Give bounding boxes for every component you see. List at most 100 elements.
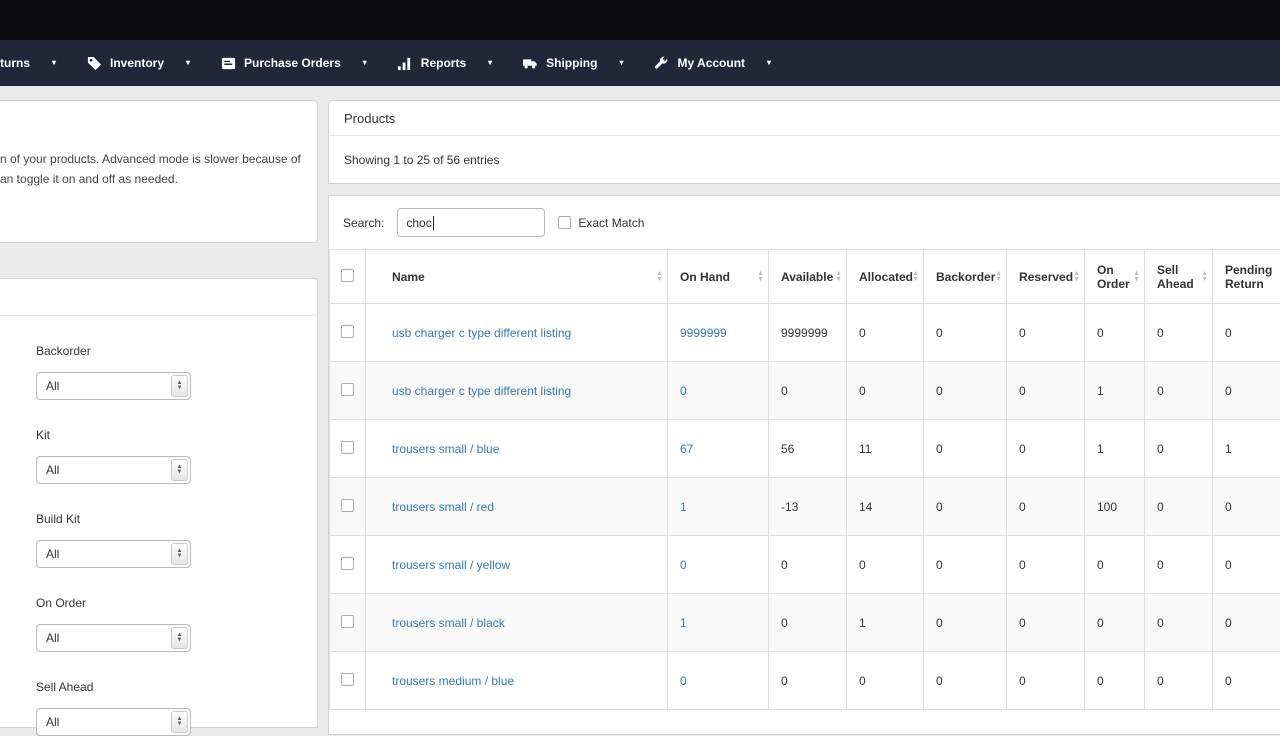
pending-return-value: 0 bbox=[1213, 304, 1280, 362]
on-hand-cell: 0 bbox=[668, 536, 769, 594]
nav-item-purchase-orders[interactable]: Purchase Orders ▾ bbox=[220, 55, 367, 71]
on-order-value: 100 bbox=[1085, 478, 1145, 536]
product-name-link[interactable]: usb charger c type different listing bbox=[392, 384, 571, 398]
row-checkbox[interactable] bbox=[341, 673, 354, 686]
on-hand-link[interactable]: 1 bbox=[680, 500, 687, 514]
row-checkbox[interactable] bbox=[341, 383, 354, 396]
search-label: Search: bbox=[343, 216, 384, 230]
on-hand-link[interactable]: 0 bbox=[680, 674, 687, 688]
row-checkbox[interactable] bbox=[341, 557, 354, 570]
product-name-link[interactable]: trousers small / blue bbox=[392, 442, 499, 456]
row-checkbox[interactable] bbox=[341, 325, 354, 338]
reserved-value: 0 bbox=[1007, 304, 1085, 362]
select-value: All bbox=[46, 715, 59, 729]
column-header-pending-return[interactable]: Pending Return▲▼ bbox=[1213, 250, 1280, 304]
on-hand-link[interactable]: 1 bbox=[680, 616, 687, 630]
backorder-value: 0 bbox=[924, 594, 1007, 652]
on-hand-cell: 0 bbox=[668, 652, 769, 710]
chevron-down-icon: ▾ bbox=[767, 59, 771, 67]
wrench-icon bbox=[653, 55, 669, 71]
pending-return-value: 0 bbox=[1213, 536, 1280, 594]
product-name-link[interactable]: trousers medium / blue bbox=[392, 674, 514, 688]
name-cell: trousers small / blue bbox=[366, 420, 668, 478]
table-row: trousers small / black10100000 bbox=[330, 594, 1280, 652]
sidebar-filters-card: Backorder All ▲▼ Kit All ▲▼ Build Kit Al… bbox=[0, 278, 318, 728]
allocated-value: 11 bbox=[847, 420, 924, 478]
on-order-value: 1 bbox=[1085, 420, 1145, 478]
nav-item-inventory[interactable]: Inventory ▾ bbox=[86, 55, 190, 71]
build-kit-select[interactable]: All ▲▼ bbox=[36, 540, 191, 568]
pending-return-value: 1 bbox=[1213, 420, 1280, 478]
column-header-allocated[interactable]: Allocated▲▼ bbox=[847, 250, 924, 304]
row-checkbox[interactable] bbox=[341, 499, 354, 512]
chevron-down-icon: ▾ bbox=[186, 59, 190, 67]
filter-group-backorder: Backorder All ▲▼ bbox=[36, 344, 317, 400]
column-header-on-order[interactable]: On Order▲▼ bbox=[1085, 250, 1145, 304]
bar-chart-icon bbox=[397, 55, 413, 71]
products-table-card: Search: choc Exact Match Name▲▼ On Hand▲… bbox=[328, 195, 1280, 735]
chevron-down-icon: ▾ bbox=[52, 59, 56, 67]
sell-ahead-select[interactable]: All ▲▼ bbox=[36, 708, 191, 736]
table-row: trousers small / blue67561100101 bbox=[330, 420, 1280, 478]
pending-return-value: 0 bbox=[1213, 652, 1280, 710]
allocated-value: 0 bbox=[847, 304, 924, 362]
sort-icon: ▲▼ bbox=[995, 271, 1002, 283]
backorder-value: 0 bbox=[924, 536, 1007, 594]
product-name-link[interactable]: usb charger c type different listing bbox=[392, 326, 571, 340]
row-checkbox[interactable] bbox=[341, 441, 354, 454]
on-order-value: 0 bbox=[1085, 304, 1145, 362]
sell-ahead-value: 0 bbox=[1145, 536, 1213, 594]
product-name-link[interactable]: trousers small / black bbox=[392, 616, 505, 630]
on-order-select[interactable]: All ▲▼ bbox=[36, 624, 191, 652]
select-value: All bbox=[46, 547, 59, 561]
product-name-link[interactable]: trousers small / yellow bbox=[392, 558, 510, 572]
nav-item-my-account[interactable]: My Account ▾ bbox=[653, 55, 771, 71]
on-hand-cell: 0 bbox=[668, 362, 769, 420]
filter-group-build-kit: Build Kit All ▲▼ bbox=[36, 512, 317, 568]
sell-ahead-value: 0 bbox=[1145, 478, 1213, 536]
on-hand-link[interactable]: 0 bbox=[680, 558, 687, 572]
column-header-backorder[interactable]: Backorder▲▼ bbox=[924, 250, 1007, 304]
on-hand-link[interactable]: 9999999 bbox=[680, 326, 727, 340]
filter-group-on-order: On Order All ▲▼ bbox=[36, 596, 317, 652]
select-stepper-icon: ▲▼ bbox=[171, 375, 188, 397]
exact-match-checkbox[interactable] bbox=[558, 216, 571, 229]
on-hand-link[interactable]: 0 bbox=[680, 384, 687, 398]
column-header-name[interactable]: Name▲▼ bbox=[366, 250, 668, 304]
table-header-row: Name▲▼ On Hand▲▼ Available▲▼ Allocated▲▼… bbox=[330, 250, 1280, 304]
nav-item-reports[interactable]: Reports ▾ bbox=[397, 55, 492, 71]
select-value: All bbox=[46, 631, 59, 645]
chevron-down-icon: ▾ bbox=[488, 59, 492, 67]
row-checkbox[interactable] bbox=[341, 615, 354, 628]
on-hand-cell: 1 bbox=[668, 478, 769, 536]
on-hand-link[interactable]: 67 bbox=[680, 442, 693, 456]
column-header-available[interactable]: Available▲▼ bbox=[769, 250, 847, 304]
nav-item-label: Shipping bbox=[546, 56, 597, 70]
nav-item-shipping[interactable]: Shipping ▾ bbox=[522, 55, 623, 71]
search-input[interactable]: choc bbox=[397, 208, 545, 237]
exact-match-control: Exact Match bbox=[558, 216, 644, 230]
search-row: Search: choc Exact Match bbox=[329, 196, 1280, 237]
nav-item-returns[interactable]: turns ▾ bbox=[0, 56, 56, 70]
select-all-checkbox[interactable] bbox=[341, 269, 354, 282]
products-table: Name▲▼ On Hand▲▼ Available▲▼ Allocated▲▼… bbox=[329, 249, 1280, 710]
filter-group-sell-ahead: Sell Ahead All ▲▼ bbox=[36, 680, 317, 736]
sell-ahead-value: 0 bbox=[1145, 362, 1213, 420]
table-row: trousers medium / blue00000000 bbox=[330, 652, 1280, 710]
chevron-down-icon: ▾ bbox=[363, 59, 367, 67]
product-name-link[interactable]: trousers small / red bbox=[392, 500, 494, 514]
kit-select[interactable]: All ▲▼ bbox=[36, 456, 191, 484]
sort-icon: ▲▼ bbox=[757, 271, 764, 283]
filter-label: Build Kit bbox=[36, 512, 317, 526]
backorder-select[interactable]: All ▲▼ bbox=[36, 372, 191, 400]
select-stepper-icon: ▲▼ bbox=[171, 627, 188, 649]
pending-return-value: 0 bbox=[1213, 478, 1280, 536]
products-table-body: usb charger c type different listing 9999… bbox=[330, 304, 1280, 710]
column-header-sell-ahead[interactable]: Sell Ahead▲▼ bbox=[1145, 250, 1213, 304]
available-value: -13 bbox=[769, 478, 847, 536]
table-row: trousers small / red1-13140010000 bbox=[330, 478, 1280, 536]
available-value: 0 bbox=[769, 362, 847, 420]
table-row: usb charger c type different listing0000… bbox=[330, 362, 1280, 420]
column-header-on-hand[interactable]: On Hand▲▼ bbox=[668, 250, 769, 304]
column-header-reserved[interactable]: Reserved▲▼ bbox=[1007, 250, 1085, 304]
